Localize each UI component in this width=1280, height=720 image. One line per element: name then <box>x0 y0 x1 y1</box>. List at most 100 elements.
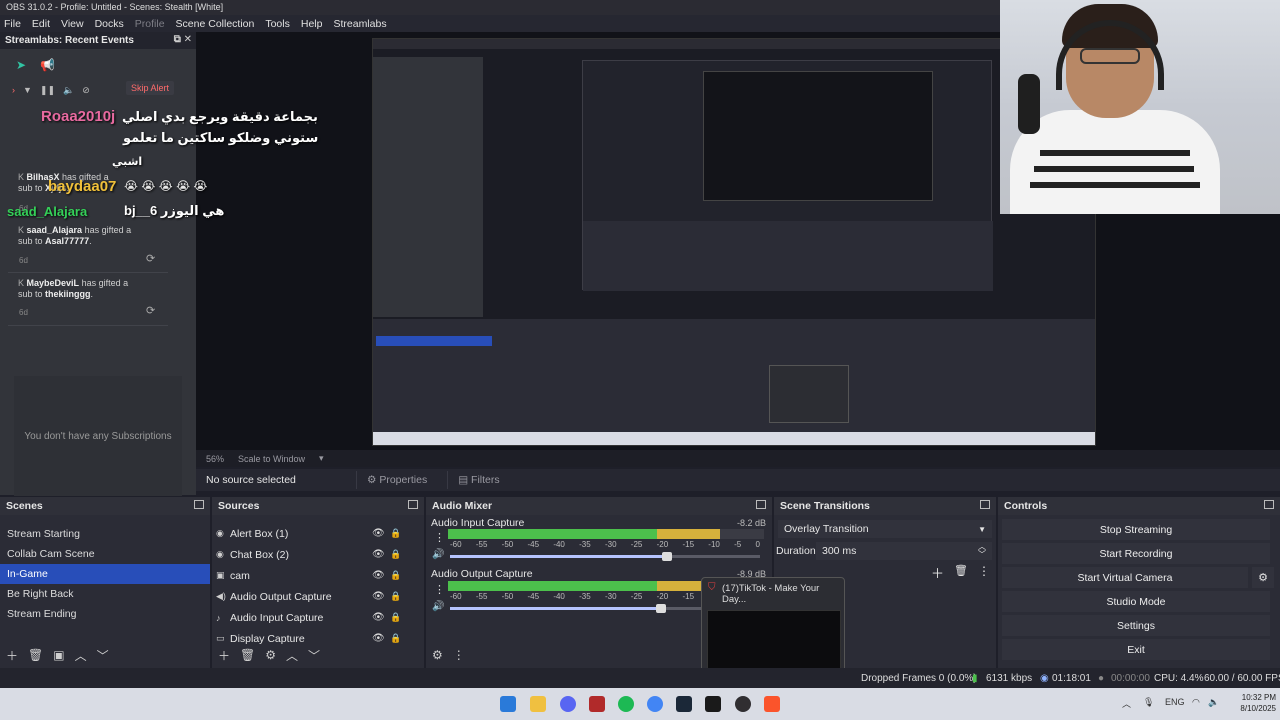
menu-tools[interactable]: Tools <box>265 18 290 30</box>
slider-knob[interactable] <box>662 552 672 561</box>
source-item[interactable]: ◉ Alert Box (1) 👁 🔒 <box>212 523 424 544</box>
xbox-icon[interactable] <box>705 696 721 712</box>
trash-icon[interactable]: 🗑 <box>240 648 255 662</box>
volume-icon[interactable]: 🔈 <box>1208 697 1219 708</box>
lock-icon[interactable]: 🔒 <box>390 570 401 581</box>
eye-icon[interactable]: 👁 <box>372 591 385 602</box>
menu-help[interactable]: Help <box>301 18 323 30</box>
chevron-down-icon[interactable]: ▾ <box>319 453 324 464</box>
spotify-icon[interactable] <box>618 696 634 712</box>
studio-mode-button[interactable]: Studio Mode <box>1002 591 1270 612</box>
lock-icon[interactable]: 🔒 <box>390 591 401 602</box>
filters-button[interactable]: ▤ Filters <box>447 471 509 489</box>
speaker-icon[interactable]: 🔊 <box>432 549 444 560</box>
scene-item[interactable]: Be Right Back <box>0 584 210 604</box>
skip-alert-button[interactable]: Skip Alert <box>126 81 175 95</box>
source-item[interactable]: ▣ cam 👁 🔒 <box>212 565 424 586</box>
arrow-up-icon[interactable]: ︿ <box>75 647 87 664</box>
paper-plane-icon[interactable]: ➤ <box>16 58 26 72</box>
windows-start-icon[interactable] <box>500 696 516 712</box>
chevron-right-icon[interactable]: › <box>12 85 15 95</box>
lock-icon[interactable]: 🔒 <box>390 549 401 560</box>
gear-icon[interactable]: ⚙ <box>1252 567 1274 588</box>
stop-streaming-button[interactable]: Stop Streaming <box>1002 519 1270 540</box>
gear-icon[interactable]: ⚙ <box>265 648 276 662</box>
popout-icon[interactable] <box>194 500 204 509</box>
taskbar-preview-popup[interactable]: ⛉ (17)TikTok - Make Your Day... <box>701 577 845 679</box>
menu-streamlabs[interactable]: Streamlabs <box>333 18 386 30</box>
steam-icon[interactable] <box>676 696 692 712</box>
mute-icon[interactable]: ⊘ <box>82 85 90 96</box>
trash-icon[interactable]: 🗑 <box>28 648 43 662</box>
chrome-icon[interactable] <box>647 696 663 712</box>
scene-item[interactable]: Stream Ending <box>0 604 210 624</box>
eye-icon[interactable]: 👁 <box>372 612 385 623</box>
popout-icon[interactable] <box>408 500 418 509</box>
arrow-up-icon[interactable]: ︿ <box>286 647 298 664</box>
replay-icon[interactable]: ⟳ <box>146 252 155 265</box>
filter-icon[interactable]: ▣ <box>53 648 64 662</box>
filter-icon[interactable]: ▼ <box>23 85 32 95</box>
menu-view[interactable]: View <box>61 18 84 30</box>
scale-mode[interactable]: Scale to Window <box>238 454 305 464</box>
stepper-icon[interactable]: ︿ ﹀ <box>978 543 986 559</box>
eye-icon[interactable]: 👁 <box>372 528 385 539</box>
brave-icon[interactable] <box>764 696 780 712</box>
duration-input[interactable]: 300 ms ︿ ﹀ <box>816 542 992 560</box>
source-item[interactable]: ◀) Audio Output Capture 👁 🔒 <box>212 586 424 607</box>
app-icon[interactable] <box>589 696 605 712</box>
start-recording-button[interactable]: Start Recording <box>1002 543 1270 564</box>
settings-icon[interactable]: ⚙ <box>432 648 443 662</box>
volume-slider[interactable] <box>450 552 760 561</box>
dock-buttons[interactable]: ⧉ ✕ <box>174 34 192 45</box>
add-icon[interactable]: ＋ <box>931 563 944 582</box>
popout-icon[interactable] <box>980 500 990 509</box>
menu-profile[interactable]: Profile <box>135 18 165 30</box>
kebab-menu-icon[interactable]: ⋮ <box>978 564 990 578</box>
menu-edit[interactable]: Edit <box>32 18 50 30</box>
scene-item[interactable]: Stream Starting <box>0 524 210 544</box>
start-virtual-camera-button[interactable]: Start Virtual Camera <box>1002 567 1248 588</box>
source-item[interactable]: ◉ Chat Box (2) 👁 🔒 <box>212 544 424 565</box>
kebab-menu-icon[interactable]: ⋮ <box>434 531 445 544</box>
file-explorer-icon[interactable] <box>530 696 546 712</box>
volume-icon[interactable]: 🔈 <box>63 85 74 96</box>
arrow-down-icon[interactable]: ﹀ <box>97 647 109 664</box>
menu-scene-collection[interactable]: Scene Collection <box>176 18 255 30</box>
properties-button[interactable]: ⚙ Properties <box>356 471 437 489</box>
kebab-menu-icon[interactable]: ⋮ <box>434 583 445 596</box>
exit-button[interactable]: Exit <box>1002 639 1270 660</box>
scene-item[interactable]: Collab Cam Scene <box>0 544 210 564</box>
microphone-icon[interactable]: 🎙 <box>1143 697 1154 708</box>
brave-icon: ⛉ <box>708 582 716 593</box>
replay-icon[interactable]: ⟳ <box>146 304 155 317</box>
eye-icon[interactable]: 👁 <box>372 570 385 581</box>
speaker-icon[interactable]: 🔊 <box>432 601 444 612</box>
settings-button[interactable]: Settings <box>1002 615 1270 636</box>
popout-icon[interactable] <box>756 500 766 509</box>
scenes-header: Scenes <box>0 497 210 515</box>
slider-knob[interactable] <box>655 604 666 613</box>
source-item[interactable]: ♪ Audio Input Capture 👁 🔒 <box>212 607 424 628</box>
eye-icon[interactable]: 👁 <box>372 549 385 560</box>
add-icon[interactable]: ＋ <box>6 647 18 664</box>
clock[interactable]: 10:32 PM 8/10/2025 <box>1226 692 1276 714</box>
transition-select[interactable]: Overlay Transition ▼ <box>778 520 992 538</box>
language-indicator[interactable]: ENG <box>1165 697 1185 707</box>
trash-icon[interactable]: 🗑 <box>954 564 968 577</box>
lock-icon[interactable]: 🔒 <box>390 612 401 623</box>
menu-docks[interactable]: Docks <box>95 18 124 30</box>
discord-icon[interactable] <box>560 696 576 712</box>
pause-icon[interactable]: ❚❚ <box>40 85 55 96</box>
chevron-up-icon[interactable]: ︿ <box>1122 697 1131 710</box>
menu-file[interactable]: File <box>4 18 21 30</box>
arrow-down-icon[interactable]: ﹀ <box>308 647 320 664</box>
kebab-menu-icon[interactable]: ⋮ <box>453 648 465 662</box>
popout-icon[interactable] <box>1264 500 1274 509</box>
wifi-icon[interactable]: ◠ <box>1192 697 1200 708</box>
lock-icon[interactable]: 🔒 <box>390 528 401 539</box>
megaphone-icon[interactable]: 📢 <box>40 58 55 72</box>
add-icon[interactable]: ＋ <box>218 647 230 664</box>
obs-icon[interactable] <box>735 696 751 712</box>
scene-item-selected[interactable]: In-Game <box>0 564 210 584</box>
